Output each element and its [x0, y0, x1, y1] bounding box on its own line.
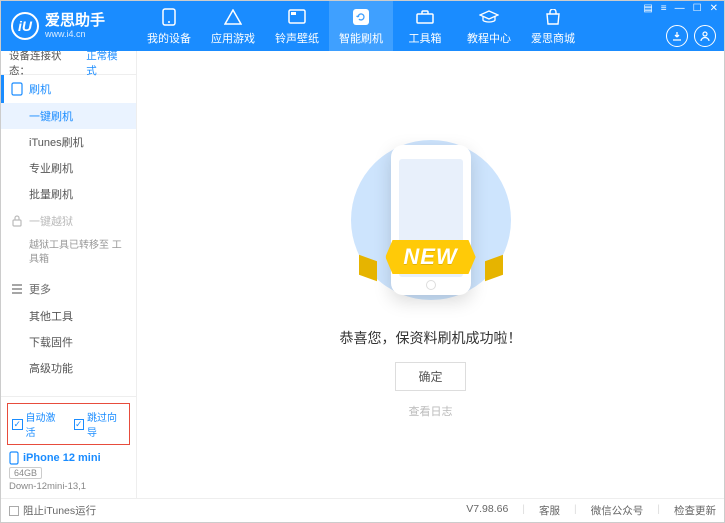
phone-icon: [162, 7, 176, 27]
nav-apps-games[interactable]: 应用游戏: [201, 1, 265, 51]
side-item-advanced[interactable]: 高级功能: [1, 355, 136, 381]
list-icon: [11, 284, 23, 294]
new-ribbon: NEW: [385, 240, 475, 274]
group-label: 更多: [29, 281, 51, 297]
window-controls: ▤ ≡ — ☐ ✕: [643, 3, 718, 14]
chk-label: 跳过向导: [87, 409, 125, 439]
nav-label: 教程中心: [467, 30, 511, 46]
chk-label: 自动激活: [26, 409, 64, 439]
device-firmware: Down-12mini-13,1: [9, 481, 128, 492]
user-icon[interactable]: [694, 25, 716, 47]
nav-my-device[interactable]: 我的设备: [137, 1, 201, 51]
checkbox-icon: ✓: [12, 419, 23, 430]
sidebar: 设备连接状态： 正常模式 刷机 一键刷机 iTunes刷机 专业刷机 批量刷机 …: [1, 51, 137, 498]
version-text: V7.98.66: [466, 503, 508, 518]
check-update-link[interactable]: 检查更新: [674, 503, 716, 518]
nav-ringtone-wallpaper[interactable]: 铃声壁纸: [265, 1, 329, 51]
highlight-box: ✓ 自动激活 ✓ 跳过向导: [7, 403, 130, 445]
device-name-text: iPhone 12 mini: [23, 452, 101, 464]
nav-label: 应用游戏: [211, 30, 255, 46]
chk-label: 阻止iTunes运行: [23, 503, 96, 518]
nav-label: 爱思商城: [531, 30, 575, 46]
app-logo-icon: iU: [11, 12, 39, 40]
nav-toolbox[interactable]: 工具箱: [393, 1, 457, 51]
logo-area: iU 爱思助手 www.i4.cn: [1, 1, 137, 51]
side-group-flash[interactable]: 刷机: [1, 75, 136, 103]
wechat-link[interactable]: 微信公众号: [591, 503, 644, 518]
wallpaper-icon: [288, 7, 306, 27]
side-item-other-tools[interactable]: 其他工具: [1, 303, 136, 329]
device-info: iPhone 12 mini 64GB Down-12mini-13,1: [7, 451, 130, 492]
side-item-pro-flash[interactable]: 专业刷机: [1, 155, 136, 181]
confirm-button[interactable]: 确定: [395, 362, 465, 391]
nav-label: 我的设备: [147, 30, 191, 46]
maximize-icon[interactable]: ☐: [693, 3, 702, 14]
win-menu-icon[interactable]: ▤: [643, 3, 652, 14]
nav-tutorials[interactable]: 教程中心: [457, 1, 521, 51]
side-item-batch-flash[interactable]: 批量刷机: [1, 181, 136, 207]
group-label: 一键越狱: [29, 213, 73, 229]
app-name: 爱思助手: [45, 13, 105, 28]
phone-icon: [9, 451, 19, 465]
lock-icon: [11, 215, 23, 227]
win-settings-icon[interactable]: ≡: [661, 3, 667, 14]
checkbox-icon: [9, 506, 19, 516]
store-icon: [544, 7, 562, 27]
toolbox-icon: [416, 7, 434, 27]
chk-auto-activate[interactable]: ✓ 自动激活: [12, 409, 64, 439]
top-nav: 我的设备 应用游戏 铃声壁纸 智能刷机 工具箱 教程中心: [137, 1, 724, 51]
success-message: 恭喜您，保资料刷机成功啦！: [340, 328, 522, 348]
side-item-itunes-flash[interactable]: iTunes刷机: [1, 129, 136, 155]
device-capacity-badge: 64GB: [9, 467, 42, 479]
chk-skip-guide[interactable]: ✓ 跳过向导: [74, 409, 126, 439]
nav-label: 工具箱: [409, 30, 442, 46]
app-url: www.i4.cn: [45, 30, 105, 39]
side-group-more[interactable]: 更多: [1, 275, 136, 303]
support-link[interactable]: 客服: [539, 503, 560, 518]
nav-label: 智能刷机: [339, 30, 383, 46]
connection-status: 设备连接状态： 正常模式: [1, 51, 136, 75]
phone-icon: [11, 82, 23, 96]
view-log-link[interactable]: 查看日志: [409, 403, 453, 419]
main-content: NEW 恭喜您，保资料刷机成功啦！ 确定 查看日志: [137, 51, 724, 498]
footer: 阻止iTunes运行 V7.98.66 | 客服 | 微信公众号 | 检查更新: [1, 498, 724, 522]
title-bar: iU 爱思助手 www.i4.cn 我的设备 应用游戏 铃声壁纸 智能刷机: [1, 1, 724, 51]
side-item-download-fw[interactable]: 下载固件: [1, 329, 136, 355]
minimize-icon[interactable]: —: [675, 3, 685, 14]
nav-label: 铃声壁纸: [275, 30, 319, 46]
side-group-jailbreak: 一键越狱: [1, 207, 136, 235]
nav-store[interactable]: 爱思商城: [521, 1, 585, 51]
conn-label: 设备连接状态：: [9, 51, 82, 78]
download-icon[interactable]: [666, 25, 688, 47]
group-label: 刷机: [29, 81, 51, 97]
nav-smart-flash[interactable]: 智能刷机: [329, 1, 393, 51]
graduation-icon: [479, 7, 499, 27]
conn-mode: 正常模式: [86, 51, 128, 78]
chk-block-itunes[interactable]: 阻止iTunes运行: [9, 503, 96, 518]
checkbox-icon: ✓: [74, 419, 85, 430]
side-item-oneclick-flash[interactable]: 一键刷机: [1, 103, 136, 129]
close-icon[interactable]: ✕: [710, 3, 718, 14]
jailbreak-moved-note: 越狱工具已转移至 工具箱: [1, 235, 136, 275]
refresh-icon: [352, 7, 370, 27]
apps-icon: [224, 7, 242, 27]
success-illustration: NEW: [341, 130, 521, 310]
